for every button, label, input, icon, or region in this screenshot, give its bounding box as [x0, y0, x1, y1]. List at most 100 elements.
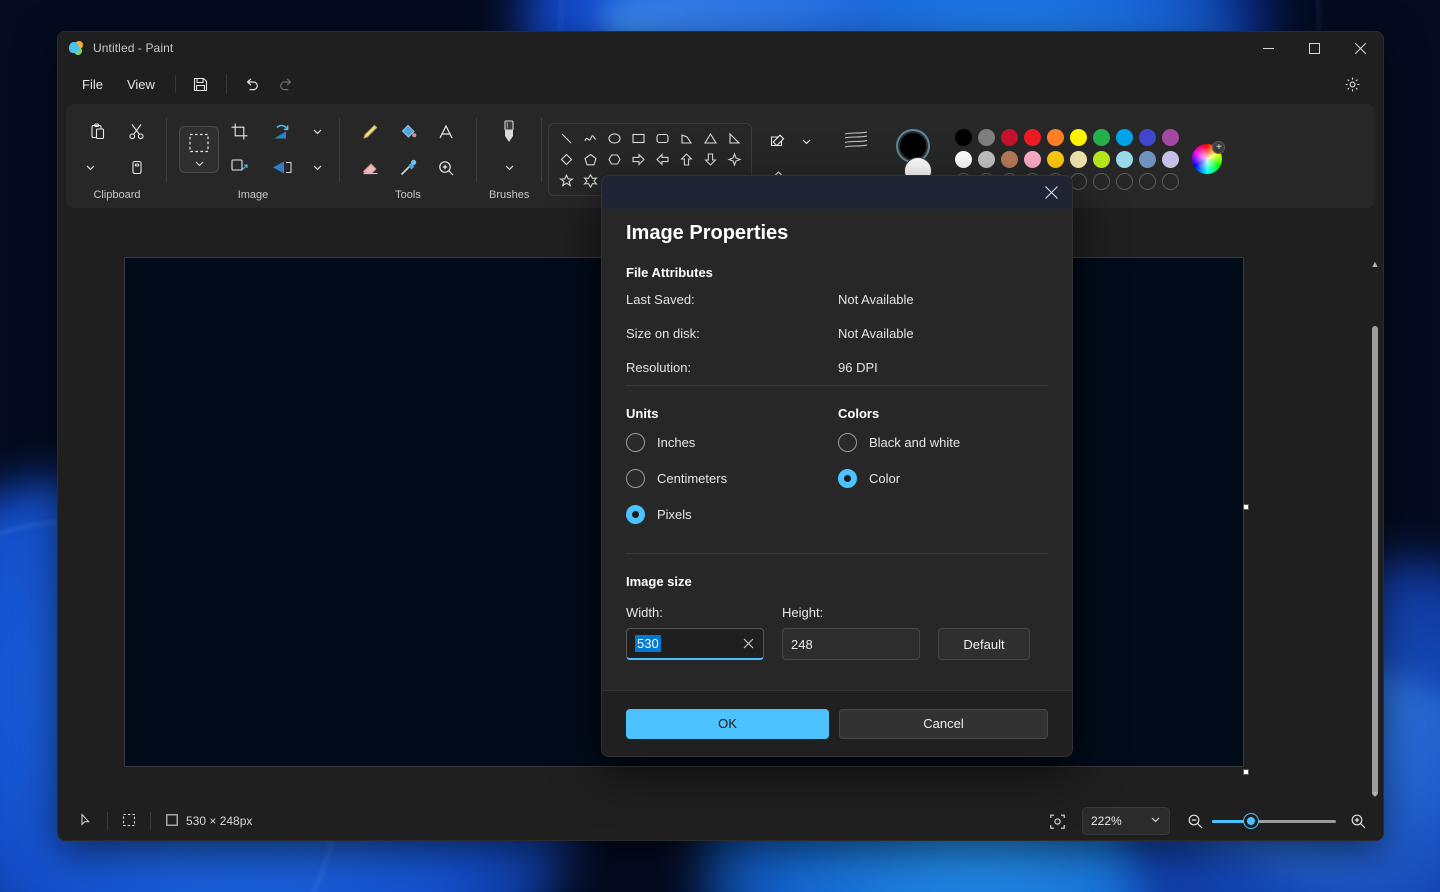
scroll-down-arrow-icon[interactable]: ▼ — [1369, 788, 1381, 800]
triangle-shape[interactable] — [699, 128, 721, 149]
palette-swatch[interactable] — [1159, 126, 1182, 148]
eraser-icon[interactable] — [352, 151, 388, 185]
zoom-slider[interactable] — [1212, 812, 1336, 830]
five-point-star-shape[interactable] — [555, 170, 577, 191]
palette-swatch[interactable] — [1021, 148, 1044, 170]
shape-outline-icon[interactable] — [760, 124, 796, 158]
zoom-slider-knob[interactable] — [1244, 814, 1258, 828]
pencil-icon[interactable] — [352, 115, 388, 149]
maximize-button[interactable] — [1291, 32, 1337, 64]
palette-swatch[interactable] — [1021, 126, 1044, 148]
radio-black-and-white[interactable]: Black and white — [838, 433, 960, 452]
swatch[interactable] — [1139, 151, 1156, 168]
swatch[interactable] — [1093, 151, 1110, 168]
close-icon[interactable] — [1036, 178, 1066, 206]
swatch[interactable] — [1093, 129, 1110, 146]
rotate-chevron-icon[interactable] — [307, 115, 327, 149]
menu-file[interactable]: File — [70, 72, 115, 97]
vertical-scrollbar[interactable]: ▲ ▼ — [1369, 258, 1381, 800]
select-icon[interactable] — [179, 126, 219, 173]
swatch[interactable] — [1162, 129, 1179, 146]
swatch[interactable] — [1070, 151, 1087, 168]
select-chevron-icon[interactable] — [194, 155, 205, 171]
line-shape[interactable] — [555, 128, 577, 149]
swatch[interactable] — [1047, 151, 1064, 168]
radio-button[interactable] — [626, 469, 645, 488]
fill-icon[interactable] — [390, 115, 426, 149]
paste-chevron-icon[interactable] — [80, 151, 100, 185]
swatch[interactable] — [1024, 151, 1041, 168]
palette-swatch[interactable] — [1044, 126, 1067, 148]
palette-swatch[interactable] — [1159, 148, 1182, 170]
right-triangle-shape[interactable] — [723, 128, 745, 149]
brush-chevron-icon[interactable] — [499, 151, 519, 185]
oval-shape[interactable] — [603, 128, 625, 149]
redo-icon[interactable] — [270, 69, 302, 99]
swatch[interactable] — [1162, 151, 1179, 168]
palette-swatch[interactable] — [952, 126, 975, 148]
default-button[interactable]: Default — [938, 628, 1030, 660]
palette-swatch[interactable] — [1113, 170, 1136, 192]
clear-icon[interactable] — [739, 635, 757, 653]
polygon-shape[interactable] — [675, 128, 697, 149]
crop-icon[interactable] — [221, 115, 257, 149]
swatch[interactable] — [1162, 173, 1179, 190]
radio-color[interactable]: Color — [838, 469, 960, 488]
scrollbar-track[interactable] — [1372, 272, 1378, 786]
palette-swatch[interactable] — [1136, 126, 1159, 148]
cut-icon[interactable] — [118, 115, 154, 149]
save-icon[interactable] — [185, 69, 217, 99]
swatch[interactable] — [1001, 151, 1018, 168]
six-point-star-shape[interactable] — [579, 170, 601, 191]
swatch[interactable] — [1139, 173, 1156, 190]
palette-swatch[interactable] — [1044, 148, 1067, 170]
palette-swatch[interactable] — [1136, 148, 1159, 170]
gear-icon[interactable] — [1336, 69, 1368, 99]
palette-swatch[interactable] — [1090, 126, 1113, 148]
width-input[interactable]: 530 — [626, 628, 764, 660]
zoom-in-icon[interactable] — [1342, 806, 1374, 836]
swatch[interactable] — [1116, 173, 1133, 190]
radio-button[interactable] — [838, 469, 857, 488]
minimize-button[interactable] — [1245, 32, 1291, 64]
cancel-button[interactable]: Cancel — [839, 709, 1048, 739]
palette-swatch[interactable] — [1067, 126, 1090, 148]
height-input[interactable]: 248 — [782, 628, 920, 660]
curve-shape[interactable] — [579, 128, 601, 149]
shape-outline-chevron-icon[interactable] — [796, 124, 816, 158]
hexagon-shape[interactable] — [603, 149, 625, 170]
shape-size-icon[interactable] — [834, 124, 880, 158]
undo-icon[interactable] — [236, 69, 268, 99]
zoom-level-select[interactable]: 222% — [1082, 807, 1170, 835]
diamond-shape[interactable] — [555, 149, 577, 170]
flip-chevron-icon[interactable] — [307, 151, 327, 185]
left-arrow-shape[interactable] — [651, 149, 673, 170]
scrollbar-thumb[interactable] — [1372, 326, 1378, 796]
swatch[interactable] — [955, 151, 972, 168]
palette-swatch[interactable] — [1113, 126, 1136, 148]
palette-swatch[interactable] — [1136, 170, 1159, 192]
chevron-down-icon[interactable] — [1150, 814, 1161, 828]
palette-swatch[interactable] — [1090, 170, 1113, 192]
swatch[interactable] — [1093, 173, 1110, 190]
palette-swatch[interactable] — [1159, 170, 1182, 192]
flip-icon[interactable] — [259, 151, 305, 185]
resize-icon[interactable] — [221, 151, 257, 185]
brush-icon[interactable] — [491, 115, 527, 149]
pentagon-shape[interactable] — [579, 149, 601, 170]
right-arrow-shape[interactable] — [627, 149, 649, 170]
text-icon[interactable] — [428, 115, 464, 149]
swatch[interactable] — [978, 129, 995, 146]
palette-swatch[interactable] — [1067, 148, 1090, 170]
zoom-out-icon[interactable] — [1179, 806, 1211, 836]
radio-button[interactable] — [626, 433, 645, 452]
palette-swatch[interactable] — [1090, 148, 1113, 170]
down-arrow-shape[interactable] — [699, 149, 721, 170]
close-button[interactable] — [1337, 32, 1383, 64]
corner-handle[interactable] — [1243, 769, 1249, 775]
menu-view[interactable]: View — [115, 72, 167, 97]
swatch[interactable] — [1139, 129, 1156, 146]
up-arrow-shape[interactable] — [675, 149, 697, 170]
rectangle-shape[interactable] — [627, 128, 649, 149]
radio-button[interactable] — [838, 433, 857, 452]
